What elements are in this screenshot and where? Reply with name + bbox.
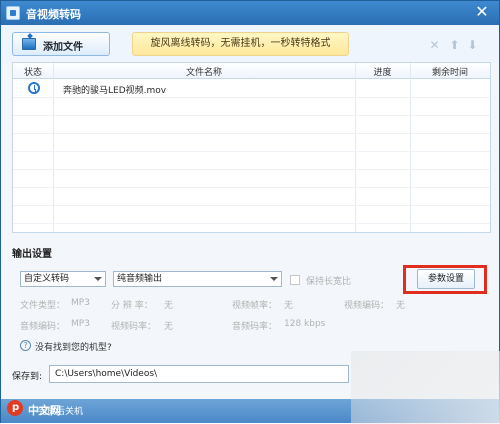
app-window: 音视频转码 ✕ 添加文件 旋风离线转码，无需挂机，一秒转特格式 ✕ ⬆ ⬇ 状态… [0,0,500,424]
video-codec-value: 无 [396,301,406,311]
watermark [351,351,500,424]
file-name-cell: 奔驰的骏马LED视频.mov [63,86,167,96]
video-bitrate-label: 视频码率： [111,322,157,332]
upload-icon [22,38,36,50]
help-icon[interactable]: ? [20,340,31,351]
app-icon [6,6,20,20]
window-title: 音视频转码 [26,8,81,21]
audio-codec-value: MP3 [71,319,90,329]
params-settings-button[interactable]: 参数设置 [417,269,475,289]
video-codec-label: 视频编码： [344,301,390,311]
delete-icon[interactable]: ✕ [428,39,441,52]
audio-output-select[interactable]: 纯音频输出 [113,271,282,287]
video-fps-value: 无 [284,301,294,311]
resolution-value: 无 [164,301,174,311]
format-select[interactable]: 自定义转码 [20,271,106,287]
php-logo-letter: p [12,402,20,413]
add-file-button[interactable]: 添加文件 [12,32,110,56]
audio-bitrate-label: 音频码率： [232,322,278,332]
file-type-value: MP3 [71,298,90,308]
title-bar: 音视频转码 ✕ [1,1,499,25]
table-row [13,206,490,224]
col-progress-header: 进度 [373,68,392,78]
format-select-value: 自定义转码 [24,274,70,284]
audio-output-value: 纯音频输出 [117,274,163,284]
table-row [13,134,490,152]
clock-icon [28,82,40,94]
help-link[interactable]: 没有找到您的机型? [35,340,112,353]
video-fps-label: 视频帧率： [232,301,278,311]
table-row [13,170,490,188]
audio-codec-label: 音频编码： [20,322,66,332]
col-name-header: 文件名称 [185,68,222,78]
audio-bitrate-value: 128 kbps [284,319,326,329]
table-row[interactable]: 奔驰的骏马LED视频.mov [13,80,490,98]
video-bitrate-value: 无 [164,322,174,332]
save-path-input[interactable]: C:\Users\home\Videos\ [49,365,349,383]
resolution-label: 分 辨 率： [111,301,153,311]
table-row [13,116,490,134]
keep-ratio-label: 保持长宽比 [306,277,352,287]
watermark-text: 中文网 [28,404,61,417]
close-window-button[interactable]: ✕ [473,3,491,21]
file-table: 状态 文件名称 进度 剩余时间 奔驰的骏马LED视频.mov [12,62,491,233]
move-down-icon[interactable]: ⬇ [466,39,479,52]
file-type-label: 文件类型： [20,301,66,311]
output-settings-title: 输出设置 [12,249,52,260]
keep-ratio-checkbox[interactable] [290,275,300,285]
table-header: 状态 文件名称 进度 剩余时间 [13,63,490,79]
save-to-label: 保存到: [12,372,43,382]
table-row [13,152,490,170]
col-status-header: 状态 [23,68,42,78]
table-row [13,98,490,116]
offline-transcode-button[interactable]: 旋风离线转码，无需挂机，一秒转特格式 [132,32,349,56]
move-up-icon[interactable]: ⬆ [448,39,461,52]
table-row [13,188,490,206]
chevron-down-icon [94,277,102,281]
col-remaining-header: 剩余时间 [431,68,468,78]
chevron-down-icon [270,277,278,281]
add-file-label: 添加文件 [43,42,83,53]
